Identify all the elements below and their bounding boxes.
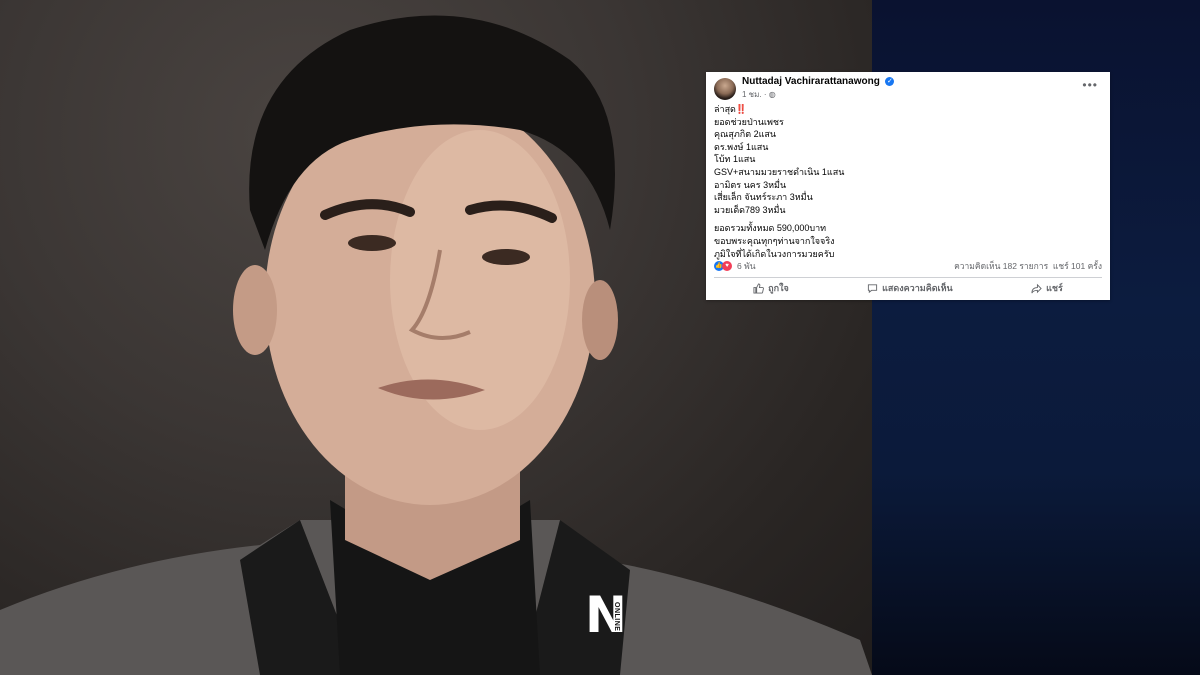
reactions-summary[interactable]: 👍 ♥ 6 พัน <box>714 259 756 273</box>
facebook-post-card: Nuttadaj Vachirarattanawong ✓ 1 ชม. · ◍ … <box>706 72 1110 300</box>
post-time[interactable]: 1 ชม. <box>742 90 762 99</box>
globe-icon: · ◍ <box>763 90 776 99</box>
share-label: แชร์ <box>1046 283 1063 293</box>
post-line: คุณสุภกิต 2แสน <box>714 129 777 140</box>
post-line: โบ้ท 1แสน <box>714 154 756 165</box>
post-meta: 1 ชม. · ◍ <box>742 88 894 101</box>
double-exclamation-icon: ‼️ <box>735 104 748 114</box>
share-arrow-icon <box>1031 283 1042 293</box>
post-line: ขอบพระคุณทุกๆท่านจากใจจริง <box>714 235 835 246</box>
post-actions: ถูกใจ แสดงความคิดเห็น แชร์ <box>714 281 1102 295</box>
comment-label: แสดงความคิดเห็น <box>882 283 953 293</box>
comments-count[interactable]: ความคิดเห็น 182 รายการ <box>954 261 1048 271</box>
love-reaction-icon: ♥ <box>722 261 732 271</box>
more-dots-icon[interactable]: ••• <box>1082 78 1098 92</box>
post-line: ล่าสุด‼️ <box>714 104 748 114</box>
brand-logo: N ONLINE <box>585 590 635 642</box>
post-line: ยอดรวมทั้งหมด 590,000บาท <box>714 223 827 234</box>
divider <box>714 277 1102 278</box>
post-line: ดร.พงษ์ 1แสน <box>714 141 769 152</box>
post-line: มวยเด็ด789 3หมื่น <box>714 204 786 215</box>
like-label: ถูกใจ <box>768 283 789 293</box>
share-button[interactable]: แชร์ <box>1031 281 1063 295</box>
verified-badge-icon: ✓ <box>885 76 895 86</box>
logo-subtext: ONLINE <box>613 602 620 632</box>
post-stats: 👍 ♥ 6 พัน ความคิดเห็น 182 รายการ แชร์ 10… <box>714 259 1102 273</box>
post-line: GSV+สนามมวยราชดำเนิน 1แสน <box>714 166 845 177</box>
post-line: เสี่ยเล็ก จันทร์ระภา 3หมื่น <box>714 192 813 203</box>
logo-letter: N <box>585 586 627 644</box>
like-button[interactable]: ถูกใจ <box>753 281 789 295</box>
post-header: Nuttadaj Vachirarattanawong ✓ 1 ชม. · ◍ <box>714 76 895 101</box>
post-body: ล่าสุด‼️ ยอดช่วยป่านเพชร คุณสุภกิต 2แสน … <box>714 103 844 260</box>
reactions-count: 6 พัน <box>737 261 756 271</box>
thumbs-up-icon <box>753 282 765 294</box>
post-line: ยอดช่วยป่านเพชร <box>714 116 784 127</box>
avatar[interactable] <box>714 77 736 100</box>
author-name[interactable]: Nuttadaj Vachirarattanawong <box>742 76 880 87</box>
comment-button[interactable]: แสดงความคิดเห็น <box>867 281 953 295</box>
shares-count[interactable]: แชร์ 101 ครั้ง <box>1053 261 1102 271</box>
post-line: อามิตร นคร 3หมื่น <box>714 179 787 190</box>
comment-bubble-icon <box>868 283 878 293</box>
